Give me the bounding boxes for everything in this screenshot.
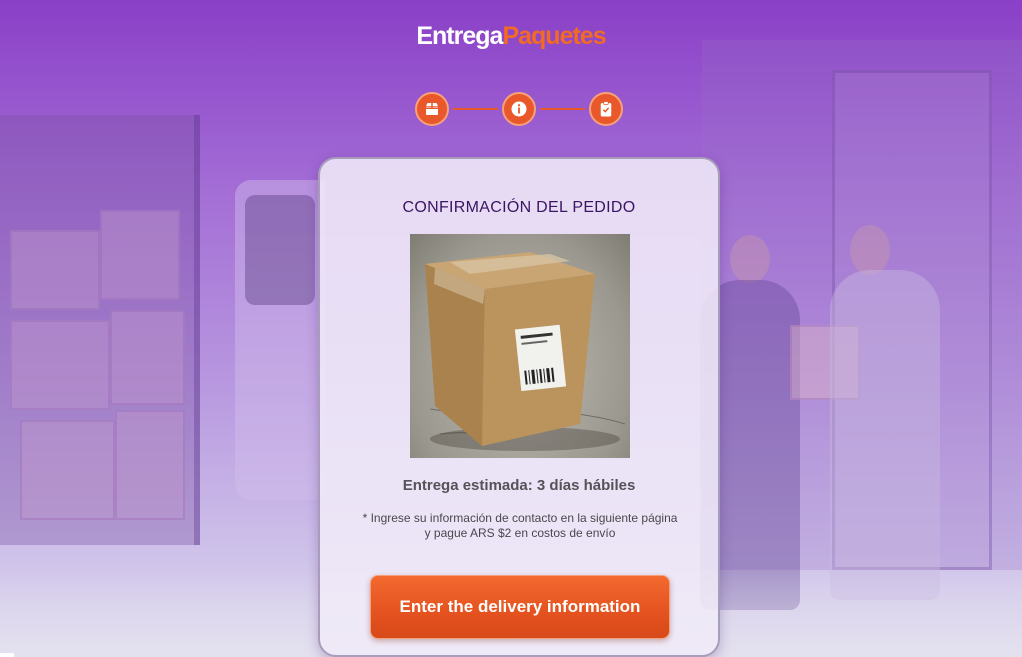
logo-text-accent: Paquetes [502,22,606,50]
delivery-estimate: Entrega estimada: 3 días hábiles [402,477,636,494]
clipboard-check-icon [600,101,612,117]
logo: EntregaPaquetes [0,22,1022,51]
step-package [415,92,449,126]
step-confirm [589,92,623,126]
page: EntregaPaquetes CONFIRMACIÓN DEL PEDIDO … [0,0,1022,657]
package-icon [426,103,438,115]
shipping-note: * Ingrese su información de contacto en … [362,511,678,540]
enter-delivery-info-button[interactable]: Enter the delivery information [370,575,670,639]
cardboard-box-illustration [425,252,626,451]
step-connector [540,108,585,110]
progress-steps [415,91,623,127]
step-info [502,92,536,126]
logo-text-primary: Entrega [416,22,503,50]
info-icon [511,101,527,117]
step-connector [453,108,498,110]
corner-mark [0,653,14,657]
order-confirmation-card: CONFIRMACIÓN DEL PEDIDO Entrega estimada… [318,157,720,657]
package-image [410,234,630,458]
card-title: CONFIRMACIÓN DEL PEDIDO [402,199,636,216]
